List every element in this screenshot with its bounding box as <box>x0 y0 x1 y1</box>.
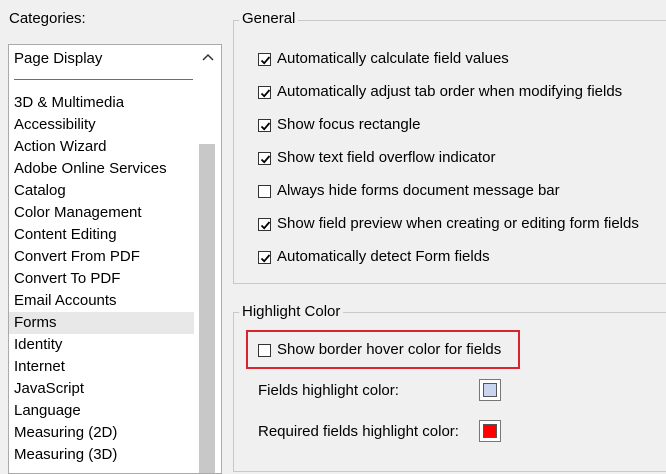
category-item[interactable]: Measuring (3D) <box>14 444 117 466</box>
category-item[interactable]: Identity <box>14 334 62 356</box>
option-label: Show text field overflow indicator <box>277 149 496 166</box>
checkbox[interactable] <box>258 52 271 66</box>
option-overflow-indicator[interactable]: Show text field overflow indicator <box>258 147 495 169</box>
checkbox[interactable] <box>258 151 271 165</box>
option-label: Show focus rectangle <box>277 116 421 133</box>
category-item[interactable]: Accessibility <box>14 114 96 136</box>
fields-highlight-swatch <box>483 383 497 397</box>
category-item[interactable]: Action Wizard <box>14 136 107 158</box>
category-item[interactable]: Content Editing <box>14 224 117 246</box>
category-item[interactable]: Internet <box>14 356 65 378</box>
checkbox[interactable] <box>258 184 271 198</box>
option-label: Automatically detect Form fields <box>277 248 490 265</box>
option-detect-form-fields[interactable]: Automatically detect Form fields <box>258 246 490 268</box>
category-item[interactable]: Measuring (2D) <box>14 422 117 444</box>
recent-divider <box>14 79 193 80</box>
option-auto-calculate[interactable]: Automatically calculate field values <box>258 48 509 70</box>
category-item[interactable]: Color Management <box>14 202 142 224</box>
highlight-color-title: Highlight Color <box>239 303 344 320</box>
required-highlight-color-button[interactable] <box>479 420 501 442</box>
category-item[interactable]: Convert From PDF <box>14 246 140 268</box>
chevron-up-icon[interactable] <box>201 50 215 64</box>
category-item[interactable]: JavaScript <box>14 378 84 400</box>
option-focus-rectangle[interactable]: Show focus rectangle <box>258 114 420 136</box>
category-item[interactable]: Convert To PDF <box>14 268 120 290</box>
required-highlight-label: Required fields highlight color: <box>258 423 459 440</box>
option-label: Always hide forms document message bar <box>277 182 560 199</box>
check-icon <box>260 253 271 263</box>
check-icon <box>260 154 271 164</box>
option-label: Automatically adjust tab order when modi… <box>277 83 623 100</box>
category-item-page-display[interactable]: Page Display <box>14 50 102 67</box>
fields-highlight-label: Fields highlight color: <box>258 382 399 399</box>
check-icon <box>260 88 271 98</box>
categories-label: Categories: <box>9 10 86 27</box>
option-label: Automatically calculate field values <box>277 50 509 67</box>
option-border-hover-color[interactable]: Show border hover color for fields <box>258 339 501 361</box>
category-item[interactable]: Catalog <box>14 180 66 202</box>
checkbox[interactable] <box>258 217 271 231</box>
category-item[interactable]: Adobe Online Services <box>14 158 167 180</box>
option-auto-tab-order[interactable]: Automatically adjust tab order when modi… <box>258 81 622 103</box>
check-icon <box>260 55 271 65</box>
option-field-preview[interactable]: Show field preview when creating or edit… <box>258 213 639 235</box>
category-item[interactable]: Language <box>14 400 81 422</box>
categories-scrollbar[interactable] <box>199 144 215 473</box>
option-label: Show border hover color for fields <box>277 341 502 358</box>
option-label: Show field preview when creating or edit… <box>277 215 639 232</box>
checkbox[interactable] <box>258 250 271 264</box>
checkbox[interactable] <box>258 85 271 99</box>
category-item[interactable]: Email Accounts <box>14 290 117 312</box>
option-hide-message-bar[interactable]: Always hide forms document message bar <box>258 180 560 202</box>
checkbox[interactable] <box>258 118 271 132</box>
category-item[interactable]: 3D & Multimedia <box>14 92 124 114</box>
required-highlight-swatch <box>483 424 497 438</box>
general-title: General <box>239 10 299 27</box>
fields-highlight-color-button[interactable] <box>479 379 501 401</box>
category-item-forms-selected[interactable]: Forms <box>9 312 194 334</box>
check-icon <box>260 121 271 131</box>
check-icon <box>260 220 271 230</box>
categories-list[interactable]: Page Display 3D & Multimedia Accessibili… <box>8 44 222 474</box>
checkbox[interactable] <box>258 343 271 357</box>
